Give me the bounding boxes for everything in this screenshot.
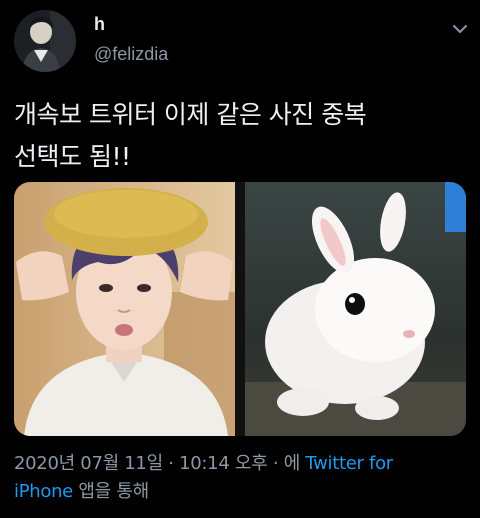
display-name[interactable]: h (94, 14, 105, 35)
source-link[interactable]: Twitter for (305, 453, 393, 474)
tweet-text: 개속보 트위터 이제 같은 사진 중복 선택도 됨!! (14, 94, 466, 178)
source-link-continued[interactable]: iPhone (14, 481, 73, 502)
tweet-date[interactable]: 2020년 07월 11일 (14, 453, 163, 474)
tweet-meta: 2020년 07월 11일 · 10:14 오후 · 에 Twitter for… (14, 450, 470, 506)
separator: · 에 (267, 453, 306, 474)
handle[interactable]: @felizdia (94, 44, 168, 65)
tweet-time[interactable]: 10:14 오후 (179, 453, 268, 474)
photo-person[interactable] (14, 182, 235, 436)
tweet-text-line: 개속보 트위터 이제 같은 사진 중복 (14, 100, 367, 129)
media-grid (14, 182, 466, 436)
chevron-down-icon[interactable] (452, 20, 468, 33)
source-suffix: 앱을 통해 (72, 481, 149, 502)
separator: · (162, 453, 180, 474)
avatar[interactable] (14, 10, 76, 72)
photo-rabbit[interactable] (245, 182, 466, 436)
tweet-text-line: 선택도 됨!! (14, 142, 131, 171)
avatar-image (14, 10, 76, 72)
tweet: h @felizdia 개속보 트위터 이제 같은 사진 중복 선택도 됨!! (0, 0, 480, 518)
